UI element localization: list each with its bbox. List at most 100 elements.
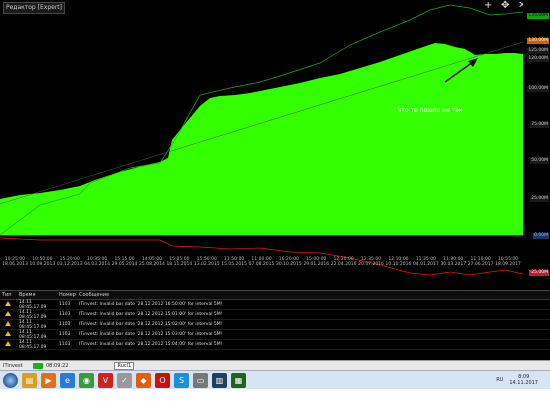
log-row[interactable]: 14.11 08:45:17.09 1103 ITinvest: Invalid b… — [0, 340, 550, 350]
time-label-date: 03.12.2013 — [56, 262, 83, 267]
connection-mode: ITinvest — [3, 362, 23, 369]
price-scale[interactable]: 135.00M 130.00M 125.00M 120.00M 100.00M 75.00… — [523, 0, 550, 286]
price-label: 120.00M — [527, 56, 549, 62]
chart-app-icon[interactable]: ▥ — [212, 372, 227, 388]
ie-icon[interactable]: e — [60, 372, 75, 388]
time-label: 10:55:00 18.09.2017 — [493, 257, 523, 267]
log-time: 14.11 08:45:17.09 — [19, 319, 47, 330]
time-label: 12:35:00 20.07.2016 — [356, 257, 386, 267]
price-label: 100.00M — [527, 86, 549, 92]
log-number: 1103 — [59, 332, 71, 337]
time-label-date: 20.07.2016 — [358, 262, 384, 267]
media-player-icon[interactable]: ▶ — [41, 372, 56, 388]
warning-icon — [5, 311, 11, 316]
avast-icon[interactable]: ◆ — [136, 372, 151, 388]
chart-area[interactable]: Редактор [Expert] + ✥ ✕ что то пошло не … — [0, 0, 550, 286]
time-label: 12:10:00 10.10.2016 — [383, 257, 413, 267]
instrument-label[interactable]: Rucl1 — [114, 361, 135, 370]
price-label: 50.00M — [530, 158, 549, 164]
log-message: ITinvest: Invalid bar date '28.12.2012 1… — [79, 342, 223, 347]
log-type — [0, 311, 17, 318]
time-label: 11:50:00 15.05.2015 — [219, 257, 249, 267]
log-number: 1103 — [59, 302, 71, 307]
start-button[interactable] — [3, 372, 18, 388]
header-type[interactable]: Тип — [0, 292, 17, 298]
checklist-icon[interactable]: ✓ — [117, 372, 132, 388]
time-label-date: 22.04.2016 — [330, 262, 357, 267]
add-icon[interactable]: + — [484, 1, 492, 11]
time-label: 10:35:00 04.03.2014 — [82, 257, 112, 267]
folder-icon[interactable]: ▤ — [22, 372, 37, 388]
price-label: 25.00M — [530, 196, 549, 202]
log-number: 1103 — [59, 322, 71, 327]
log-header: Тип Время Номер Сообщение — [0, 291, 550, 300]
time-label: 11:10:00 27.06.2017 — [466, 257, 496, 267]
time-label-date: 10.10.2016 — [385, 262, 412, 267]
time-axis[interactable]: 10:25:00 18.06.2013 10:50:00 10.09.2013 15:2… — [0, 257, 523, 269]
time-label: 10:50:00 10.09.2013 — [27, 257, 57, 267]
time-label-date: 30.10.2015 — [275, 262, 302, 267]
log-row[interactable]: 14.11 08:45:17.09 1103 ITinvest: Invalid b… — [0, 300, 550, 310]
time-label-date: 27.06.2017 — [467, 262, 494, 267]
time-label-date: 10.09.2013 — [29, 262, 56, 267]
status-time: 08:09:22 — [46, 362, 69, 369]
header-number[interactable]: Номер — [57, 292, 77, 298]
zero-line — [0, 235, 523, 236]
opera-icon[interactable]: O — [155, 372, 170, 388]
header-message[interactable]: Сообщение — [77, 292, 550, 298]
time-label-date: 30.03.2017 — [440, 262, 467, 267]
price-label: 125.00M — [527, 48, 549, 54]
time-label-date: 18.11.2014 — [166, 262, 193, 267]
folder2-icon[interactable]: ▭ — [193, 372, 208, 388]
log-row[interactable]: 14.11 08:45:17.09 1103 ITinvest: Invalid b… — [0, 330, 550, 340]
time-label-date: 29.05.2014 — [111, 262, 138, 267]
log-type — [0, 331, 17, 338]
price-label: 0.00M — [533, 233, 549, 239]
connection-indicator — [33, 362, 43, 369]
log-type — [0, 321, 17, 328]
skype-icon[interactable]: S — [174, 372, 189, 388]
time-label-date: 04.01.2017 — [412, 262, 439, 267]
time-label-date: 18.09.2017 — [495, 262, 521, 267]
time-label: 12:20:00 22.04.2016 — [329, 257, 359, 267]
time-label: 15:20:00 03.12.2013 — [55, 257, 85, 267]
clock-date[interactable]: 14.11.2017 — [509, 380, 538, 386]
log-time: 14.11 08:45:17.09 — [19, 309, 47, 320]
equity-area — [0, 43, 523, 235]
move-icon[interactable]: ✥ — [501, 1, 509, 11]
log-type — [0, 301, 17, 308]
time-label: 15:05:00 18.11.2014 — [164, 257, 194, 267]
log-row[interactable]: 14.11 08:45:17.09 1103 ITinvest: Invalid b… — [0, 320, 550, 330]
time-label-date: 13.02.2015 — [193, 262, 220, 267]
log-number: 1103 — [59, 342, 71, 347]
time-label: 15:15:00 29.05.2014 — [110, 257, 140, 267]
time-label: 16:20:00 30.10.2015 — [274, 257, 304, 267]
price-label: -25.00M — [528, 270, 549, 276]
vivaldi-icon[interactable]: V — [98, 372, 113, 388]
trading-app-icon[interactable]: ▦ — [231, 372, 246, 388]
header-time[interactable]: Время — [17, 292, 57, 298]
annotation-text: что то пошло не так — [398, 107, 463, 114]
language-indicator[interactable]: RU — [496, 377, 503, 383]
window-title[interactable]: Редактор [Expert] — [3, 2, 65, 14]
time-label: 11:00:00 07.08.2015 — [247, 257, 277, 267]
log-message: ITinvest: Invalid bar date '28.12.2012 1… — [79, 332, 223, 337]
time-label: 15:50:00 13.02.2015 — [192, 257, 222, 267]
log-time: 14.11 08:45:17.09 — [19, 339, 47, 350]
log-message: ITinvest: Invalid bar date '28.12.2012 1… — [79, 322, 223, 327]
log-type — [0, 341, 17, 348]
warning-icon — [5, 341, 11, 346]
log-row[interactable]: 14.11 08:45:17.09 1103 ITinvest: Invalid b… — [0, 310, 550, 320]
status-bar: ITinvest 08:09:22 Rucl1 — [0, 360, 550, 370]
time-label-date: 18.06.2013 — [2, 262, 28, 267]
warning-icon — [5, 321, 11, 326]
chrome-icon[interactable]: ◉ — [79, 372, 94, 388]
price-label: 75.00M — [530, 122, 549, 128]
time-label: 11:35:00 04.01.2017 — [411, 257, 441, 267]
time-label: 10:25:00 18.06.2013 — [0, 257, 30, 267]
time-label: 11:30:00 30.03.2017 — [438, 257, 468, 267]
log-time: 14.11 08:45:17.09 — [19, 329, 47, 340]
warning-icon — [5, 301, 11, 306]
time-label-date: 15.05.2015 — [221, 262, 247, 267]
log-message: ITinvest: Invalid bar date '28.12.2012 1… — [79, 302, 223, 307]
